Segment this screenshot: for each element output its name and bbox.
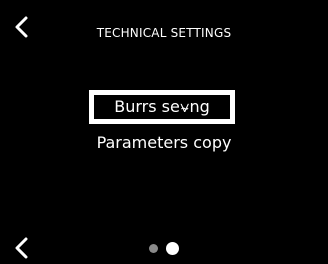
page-dot-1[interactable]	[149, 243, 158, 253]
menu-item-burrs-setting[interactable]: Burrs se⍱ng	[89, 90, 235, 124]
page-indicator	[0, 240, 328, 256]
technical-settings-screen: TECHNICAL SETTINGS Burrs se⍱ng Parameter…	[0, 0, 328, 264]
menu-item-parameters-copy[interactable]: Parameters copy	[0, 132, 328, 154]
page-dot-2-active[interactable]	[166, 241, 179, 255]
page-title: TECHNICAL SETTINGS	[96, 26, 232, 40]
